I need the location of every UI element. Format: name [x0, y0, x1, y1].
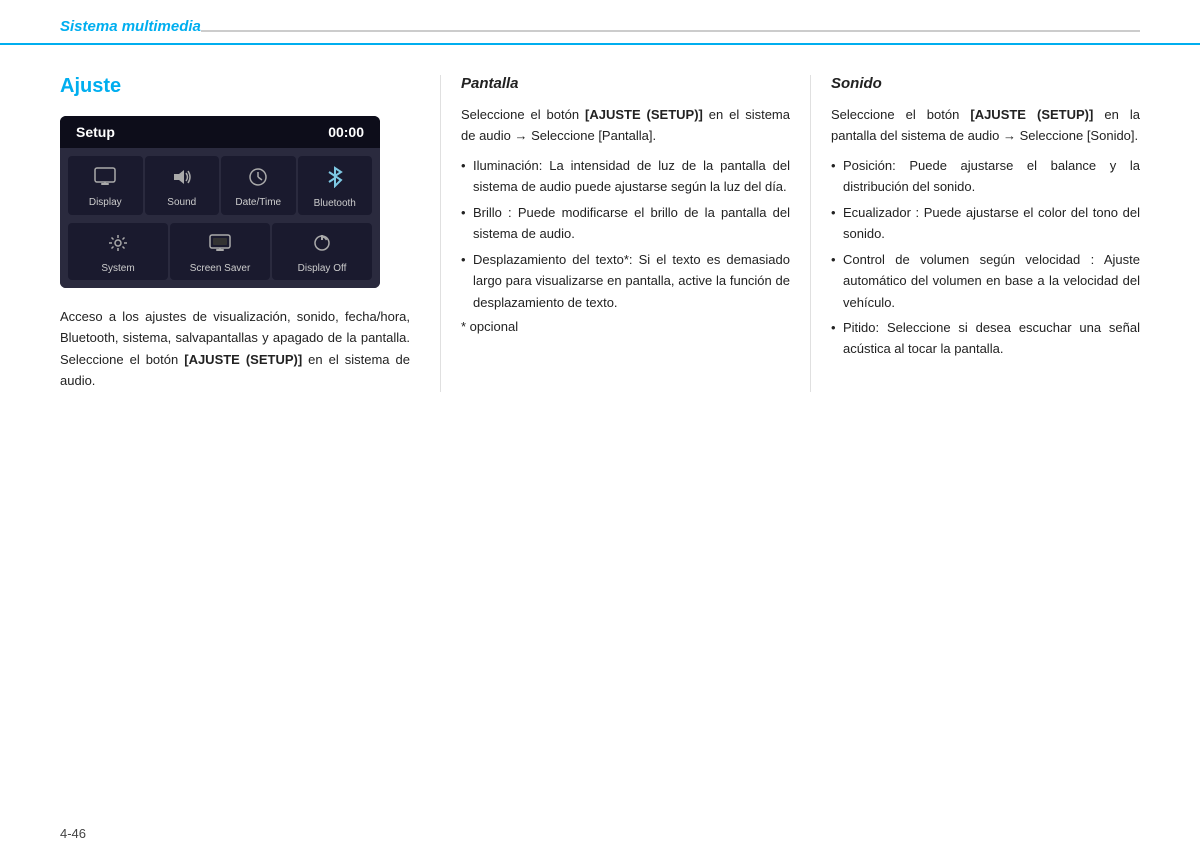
display-icon	[94, 167, 116, 193]
setup-item-display[interactable]: Display	[68, 156, 143, 215]
setup-item-sound[interactable]: Sound	[145, 156, 220, 215]
list-item: Brillo : Puede modificarse el brillo de …	[461, 202, 790, 245]
list-item: Pitido: Seleccione si desea escuchar una…	[831, 317, 1140, 360]
pantalla-intro: Seleccione el botón [AJUSTE (SETUP)] en …	[461, 104, 790, 147]
col-ajuste: Ajuste Setup 00:00	[60, 75, 440, 392]
col-sonido: Sonido Seleccione el botón [AJUSTE (SETU…	[810, 75, 1140, 392]
list-item: Iluminación: La intensidad de luz de la …	[461, 155, 790, 198]
pantalla-bullets: Iluminación: La intensidad de luz de la …	[461, 155, 790, 313]
setup-item-displayoff[interactable]: Display Off	[272, 223, 372, 280]
page-container: Sistema multimedia Ajuste Setup 00:00	[0, 0, 1200, 861]
list-item: Ecualizador : Puede ajustarse el color d…	[831, 202, 1140, 245]
setup-item-sound-label: Sound	[167, 197, 196, 208]
pantalla-footnote: * opcional	[461, 319, 790, 334]
header-line	[201, 30, 1140, 32]
footer: 4-46	[60, 826, 86, 841]
setup-item-screensaver[interactable]: Screen Saver	[170, 223, 270, 280]
setup-item-display-label: Display	[89, 197, 122, 208]
bluetooth-icon	[326, 166, 344, 194]
list-item: Desplazamiento del texto*: Si el texto e…	[461, 249, 790, 313]
setup-item-system-label: System	[101, 263, 134, 274]
setup-screen-time: 00:00	[328, 124, 364, 140]
datetime-icon	[247, 167, 269, 193]
header: Sistema multimedia	[0, 0, 1200, 45]
setup-item-displayoff-label: Display Off	[298, 263, 347, 274]
setup-screen-header: Setup 00:00	[60, 116, 380, 148]
setup-item-bluetooth-label: Bluetooth	[314, 198, 356, 209]
setup-grid-row1: Display Sound	[60, 148, 380, 223]
setup-item-system[interactable]: System	[68, 223, 168, 280]
ajuste-description: Acceso a los ajustes de visualización, s…	[60, 306, 410, 392]
pantalla-title: Pantalla	[461, 75, 790, 92]
page-number: 4-46	[60, 826, 86, 841]
list-item: Control de volumen según velocidad : Aju…	[831, 249, 1140, 313]
displayoff-icon	[311, 233, 333, 259]
setup-item-bluetooth[interactable]: Bluetooth	[298, 156, 373, 215]
sonido-title: Sonido	[831, 75, 1140, 92]
setup-item-datetime[interactable]: Date/Time	[221, 156, 296, 215]
main-content: Ajuste Setup 00:00	[0, 45, 1200, 412]
sonido-bullets: Posición: Puede ajustarse el balance y l…	[831, 155, 1140, 360]
ajuste-title: Ajuste	[60, 75, 410, 98]
setup-screen-title: Setup	[76, 124, 115, 140]
sonido-intro: Seleccione el botón [AJUSTE (SETUP)] en …	[831, 104, 1140, 147]
screensaver-icon	[209, 233, 231, 259]
setup-grid-row2: System Screen Saver	[60, 223, 380, 288]
system-icon	[107, 233, 129, 259]
setup-screen: Setup 00:00 Display	[60, 116, 380, 288]
list-item: Posición: Puede ajustarse el balance y l…	[831, 155, 1140, 198]
setup-item-screensaver-label: Screen Saver	[190, 263, 251, 274]
header-title: Sistema multimedia	[60, 18, 201, 43]
setup-item-datetime-label: Date/Time	[235, 197, 281, 208]
sound-icon	[171, 167, 193, 193]
col-pantalla: Pantalla Seleccione el botón [AJUSTE (SE…	[440, 75, 810, 392]
